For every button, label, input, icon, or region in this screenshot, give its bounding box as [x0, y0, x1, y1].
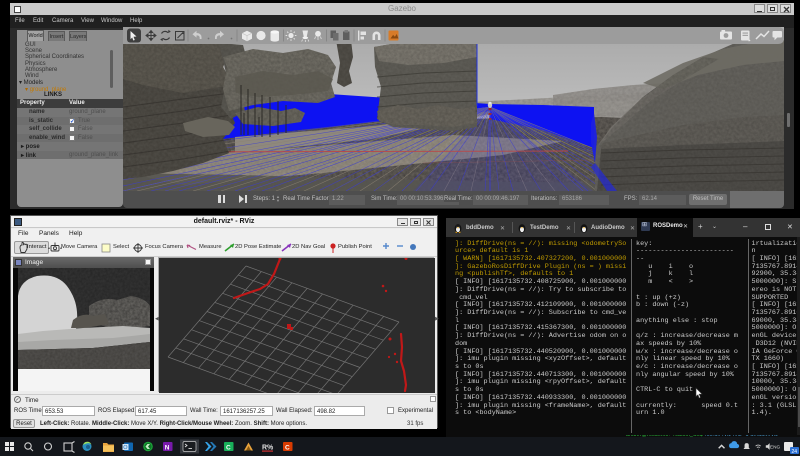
svg-text:N: N: [165, 444, 170, 451]
svg-text:O: O: [123, 445, 128, 451]
svg-text:ENG: ENG: [770, 445, 780, 450]
svg-text:24: 24: [792, 449, 798, 455]
svg-text:R%: R%: [262, 445, 274, 452]
svg-text:C: C: [226, 444, 231, 451]
svg-text:C: C: [285, 444, 290, 451]
